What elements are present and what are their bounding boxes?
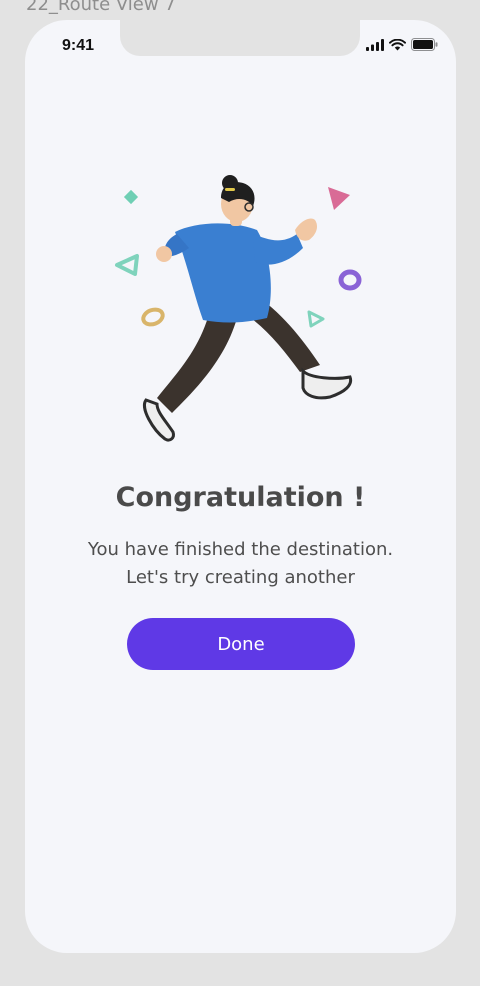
frame-label: 22_Route View 7 [26,0,176,15]
page-title: Congratulation ! [115,482,366,513]
done-button[interactable]: Done [127,618,355,670]
confetti-ring-purple [338,269,362,291]
confetti-triangle-outline-right [307,310,325,328]
front-shoe [301,367,353,400]
message-text: You have finished the destination. Let's… [25,536,456,592]
message-line-2: Let's try creating another [126,567,355,588]
running-person-illustration [115,175,362,442]
confetti-triangle-pink [328,187,350,210]
back-leg [157,310,237,413]
front-hand [295,218,317,241]
message-line-1: You have finished the destination. [87,539,394,560]
back-hand [156,246,172,262]
phone-screen: 9:41 Congratulation ! You have finished … [25,20,456,953]
confetti-triangle-outline-left [115,254,139,276]
confetti-diamond [123,189,139,205]
hair-tie [225,188,235,191]
confetti-ring-gold [141,307,165,327]
front-arm [253,234,303,265]
